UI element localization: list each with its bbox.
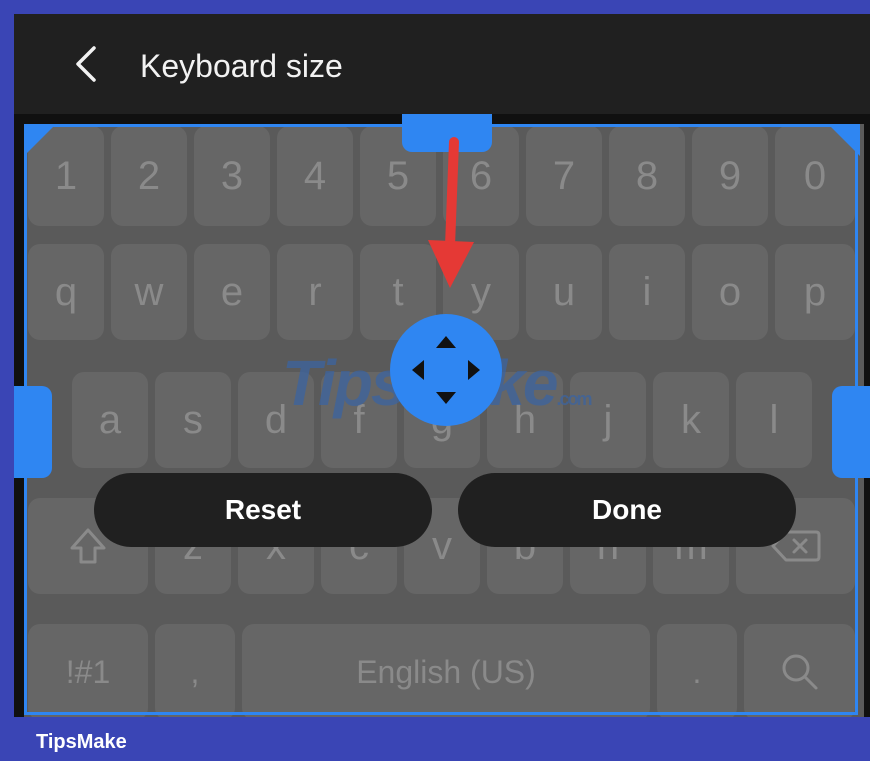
footer-brand: TipsMake <box>36 731 127 753</box>
key-l[interactable]: l <box>736 372 812 468</box>
key-3[interactable]: 3 <box>194 126 270 226</box>
key-r[interactable]: r <box>277 244 353 340</box>
app-bar: Keyboard size <box>14 14 870 114</box>
key-q[interactable]: q <box>28 244 104 340</box>
key-u[interactable]: u <box>526 244 602 340</box>
key-o[interactable]: o <box>692 244 768 340</box>
reset-button[interactable]: Reset <box>94 473 432 547</box>
key-i[interactable]: i <box>609 244 685 340</box>
key-4[interactable]: 4 <box>277 126 353 226</box>
key-a[interactable]: a <box>72 372 148 468</box>
search-icon <box>782 654 817 690</box>
chevron-left-icon <box>76 46 96 82</box>
comma-key[interactable]: , <box>155 624 235 717</box>
move-handle[interactable] <box>390 314 502 426</box>
key-k[interactable]: k <box>653 372 729 468</box>
resize-corner-top-left[interactable] <box>24 124 56 156</box>
search-key[interactable] <box>744 624 855 717</box>
back-button[interactable] <box>64 42 108 86</box>
footer-bar: TipsMake <box>0 717 870 761</box>
keyboard-resize-area: 1 2 3 4 5 6 7 8 9 0 q w e r t y u i o p … <box>14 114 870 717</box>
symbols-key[interactable]: !#1 <box>28 624 148 717</box>
move-arrows-icon <box>412 336 480 404</box>
key-8[interactable]: 8 <box>609 126 685 226</box>
screenshot-frame: Keyboard size 1 2 3 4 5 6 7 8 9 0 q w e … <box>0 0 870 761</box>
annotation-arrow-icon <box>428 137 474 288</box>
resize-corner-top-right[interactable] <box>828 124 860 156</box>
resize-handle-left[interactable] <box>14 386 52 478</box>
period-key[interactable]: . <box>657 624 737 717</box>
key-p[interactable]: p <box>775 244 855 340</box>
resize-handle-right[interactable] <box>832 386 870 478</box>
page-title: Keyboard size <box>140 48 343 84</box>
watermark-suffix: .com <box>556 389 593 409</box>
key-e[interactable]: e <box>194 244 270 340</box>
key-s[interactable]: s <box>155 372 231 468</box>
key-7[interactable]: 7 <box>526 126 602 226</box>
space-key[interactable]: English (US) <box>242 624 650 717</box>
key-9[interactable]: 9 <box>692 126 768 226</box>
key-2[interactable]: 2 <box>111 126 187 226</box>
done-button[interactable]: Done <box>458 473 796 547</box>
key-w[interactable]: w <box>111 244 187 340</box>
